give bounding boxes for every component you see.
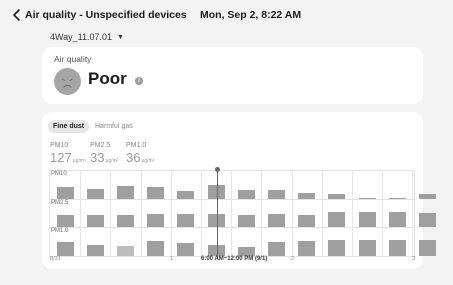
stat-number-pm10: 127: [50, 150, 72, 165]
x-label-2: 2: [291, 256, 295, 262]
grid-column-line: [110, 170, 112, 257]
back-arrow-icon[interactable]: [10, 8, 24, 22]
device-selector[interactable]: 4Way_11.07.01 ▼: [50, 32, 124, 46]
bar-pm10-4[interactable]: [147, 186, 165, 199]
row-label-pm10: PM10: [51, 171, 67, 177]
selected-time-range: 6:00 AM~12:00 PM (9/1): [201, 256, 268, 262]
stat-value-pm1: 36µg/m³: [126, 150, 154, 165]
bar-pm10-8[interactable]: [268, 189, 285, 199]
bar-pm25-13[interactable]: [419, 213, 436, 227]
top-bar: Air quality - Unspecified devices Mon, S…: [0, 0, 453, 32]
info-icon[interactable]: i: [135, 77, 143, 85]
bar-pm25-1[interactable]: [56, 215, 74, 227]
bar-pm10-5[interactable]: [177, 191, 195, 199]
bar-pm25-7[interactable]: [237, 215, 255, 227]
grid-column-line: [170, 170, 172, 257]
grid-column-line: [201, 170, 202, 257]
bar-pm10-9[interactable]: [298, 192, 316, 199]
grid-column-line: [140, 170, 142, 257]
fine-dust-chart-card: Fine dust Harmful gas PM10 127µg/m³ PM2.…: [42, 112, 436, 269]
bar-pm10-13[interactable]: [419, 239, 436, 256]
bar-pm25-12[interactable]: [388, 212, 406, 227]
bar-pm10-1[interactable]: [56, 241, 74, 256]
row-label-pm25: PM2.5: [51, 200, 69, 206]
stat-unit-pm10: µg/m³: [72, 158, 86, 164]
grid-column-line: [261, 170, 263, 257]
air-quality-label: Air quality: [54, 54, 92, 64]
x-label-1: 1: [170, 256, 174, 262]
stat-label-pm25: PM2.5: [90, 142, 111, 149]
date-time: Mon, Sep 2, 8:22 AM: [200, 9, 302, 21]
bar-pm10-2[interactable]: [86, 188, 104, 199]
stat-unit-pm25: µg/m³: [105, 158, 119, 164]
page-title: Air quality - Unspecified devices: [25, 9, 187, 21]
x-label-3: 3: [412, 256, 416, 262]
sad-face-icon: [54, 68, 81, 95]
bar-pm10-4[interactable]: [147, 241, 165, 256]
bar-pm10-8[interactable]: [268, 241, 285, 256]
grid-column-line: [352, 170, 353, 257]
time-cursor-line[interactable]: [217, 169, 218, 259]
bar-pm10-5[interactable]: [177, 243, 195, 256]
grid-column-line: [382, 170, 384, 257]
bar-pm25-10[interactable]: [328, 212, 346, 227]
bar-pm10-7[interactable]: [237, 246, 255, 256]
stat-value-pm25: 33µg/m³: [90, 150, 118, 165]
bar-pm10-2[interactable]: [86, 245, 104, 256]
grid-column-line: [412, 170, 414, 257]
bar-pm25-9[interactable]: [298, 214, 316, 227]
stat-number-pm1: 36: [126, 150, 141, 165]
time-cursor-handle[interactable]: [215, 167, 220, 172]
bar-pm10-10[interactable]: [328, 193, 346, 199]
bar-pm25-3[interactable]: [117, 215, 134, 227]
bar-pm25-5[interactable]: [177, 214, 195, 227]
tab-fine-dust[interactable]: Fine dust: [48, 120, 90, 133]
bar-pm10-3[interactable]: [117, 245, 134, 256]
bar-pm10-1[interactable]: [56, 187, 74, 199]
tab-harmful-gas[interactable]: Harmful gas: [90, 120, 138, 133]
bar-pm25-2[interactable]: [86, 215, 104, 227]
bar-pm10-7[interactable]: [237, 189, 255, 199]
x-label-8-31: 8/31: [50, 256, 61, 262]
bar-pm25-11[interactable]: [358, 212, 376, 227]
air-quality-card: Air quality Poor i: [42, 47, 423, 104]
bar-pm25-8[interactable]: [268, 214, 285, 227]
stat-label-pm1: PM1.0: [126, 142, 147, 149]
bar-pm10-10[interactable]: [328, 239, 346, 256]
stat-unit-pm1: µg/m³: [141, 158, 155, 164]
grid-column-line: [80, 170, 82, 257]
dropdown-caret-icon: ▼: [117, 34, 124, 41]
grid-column-line: [291, 170, 293, 257]
bar-pm10-12[interactable]: [388, 197, 406, 199]
stat-value-pm10: 127µg/m³: [50, 150, 86, 165]
bar-pm10-11[interactable]: [358, 239, 376, 256]
stat-label-pm10: PM10: [50, 142, 69, 149]
bar-pm10-12[interactable]: [388, 240, 406, 256]
bar-pm25-4[interactable]: [147, 214, 165, 227]
row-label-pm1: PM1.0: [51, 228, 69, 234]
stat-number-pm25: 33: [90, 150, 105, 165]
bar-pm10-11[interactable]: [358, 197, 376, 199]
device-name: 4Way_11.07.01: [50, 32, 113, 42]
bar-pm10-13[interactable]: [419, 193, 436, 199]
air-quality-status: Poor: [88, 69, 127, 88]
bar-pm10-3[interactable]: [117, 185, 134, 199]
grid-column-line: [231, 170, 233, 257]
bar-pm10-9[interactable]: [298, 240, 316, 256]
grid-column-line: [321, 170, 323, 257]
